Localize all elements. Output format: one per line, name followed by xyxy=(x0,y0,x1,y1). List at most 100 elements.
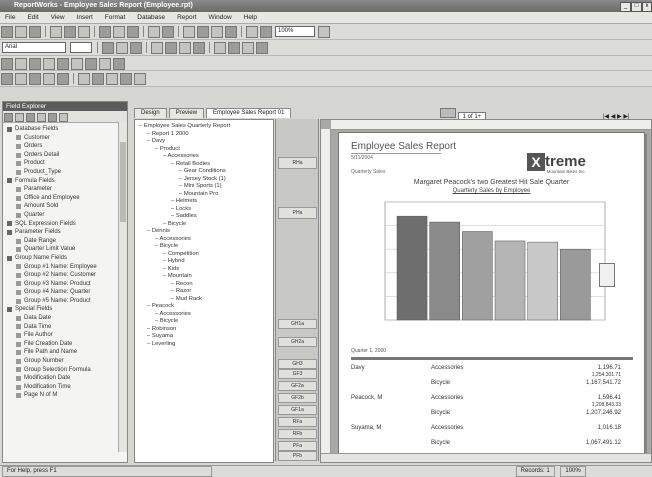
template-icon[interactable] xyxy=(85,58,97,70)
field-tree-item[interactable]: Special Fields xyxy=(3,305,127,314)
group-tree-item[interactable]: – Accessories xyxy=(139,236,273,244)
italic-icon[interactable] xyxy=(116,42,128,54)
subreport-icon[interactable] xyxy=(57,73,69,85)
group-tree-item[interactable]: – Accessories xyxy=(139,153,273,161)
field-tree-item[interactable]: Group #4 Name: Quarter xyxy=(3,288,127,297)
section-band[interactable]: GH2a xyxy=(278,337,317,347)
section-band[interactable]: RFb xyxy=(278,429,317,439)
font-color-icon[interactable] xyxy=(214,42,226,54)
group-tree-item[interactable]: – Kids xyxy=(139,266,273,274)
group-tree-item[interactable]: – Retail Bodies xyxy=(139,161,273,169)
arrow-icon[interactable] xyxy=(1,73,13,85)
section-band[interactable]: PHa xyxy=(278,207,317,219)
box-icon[interactable] xyxy=(92,73,104,85)
zoom-combo[interactable]: 100% xyxy=(275,26,315,37)
field-tree-item[interactable]: Data Date xyxy=(3,314,127,323)
group-tree-item[interactable]: – Mud Rack xyxy=(139,296,273,304)
export-icon[interactable] xyxy=(78,26,90,38)
field-tree-item[interactable]: Quarter xyxy=(3,211,127,220)
group-tree-item[interactable]: – Hybrid xyxy=(139,258,273,266)
group-tree-item[interactable]: – Saddles xyxy=(139,213,273,221)
field-tree-item[interactable]: Database Fields xyxy=(3,125,127,134)
field-tree-item[interactable]: Date Range xyxy=(3,237,127,246)
field-tree-item[interactable]: Group #5 Name: Product xyxy=(3,297,127,306)
highlighting-icon[interactable] xyxy=(71,58,83,70)
field-tree-item[interactable]: Orders Detail xyxy=(3,151,127,160)
align-center-icon[interactable] xyxy=(165,42,177,54)
copy-icon[interactable] xyxy=(113,26,125,38)
group-tree-item[interactable]: – Mini Sports (1) xyxy=(139,183,273,191)
group-tree-item[interactable]: – Jersey Stock (1) xyxy=(139,176,273,184)
align-right-icon[interactable] xyxy=(179,42,191,54)
group-tree-item[interactable]: – Accessories xyxy=(139,311,273,319)
edit-field-icon[interactable] xyxy=(37,113,46,122)
minimize-button[interactable]: _ xyxy=(620,2,631,12)
close-view-icon[interactable] xyxy=(440,108,456,118)
select-expert-icon[interactable] xyxy=(260,26,272,38)
map-icon[interactable] xyxy=(120,73,132,85)
formula-workshop-icon[interactable] xyxy=(57,58,69,70)
section-band[interactable]: GH1a xyxy=(278,319,317,329)
group-tree-item[interactable]: – Bicycle xyxy=(139,243,273,251)
cross-tab-icon[interactable] xyxy=(43,73,55,85)
group-tree-item[interactable]: – Razor xyxy=(139,288,273,296)
field-tree-item[interactable]: Group #3 Name: Product xyxy=(3,280,127,289)
field-tree-item[interactable]: Modification Time xyxy=(3,383,127,392)
save-icon[interactable] xyxy=(29,26,41,38)
group-tree-item[interactable]: – Employee Sales Quarterly Report xyxy=(139,123,273,131)
group-tree-item[interactable]: – Competition xyxy=(139,251,273,259)
field-tree-item[interactable]: Customer xyxy=(3,134,127,143)
tab-report-preview[interactable]: Employee Sales Report 01 xyxy=(206,108,292,118)
group-tree-item[interactable]: – Suyama xyxy=(139,333,273,341)
border-icon[interactable] xyxy=(228,42,240,54)
redo-icon[interactable] xyxy=(162,26,174,38)
close-button[interactable]: x xyxy=(642,2,652,12)
field-tree-item[interactable]: Group Name Fields xyxy=(3,254,127,263)
section-band[interactable]: RFa xyxy=(278,417,317,427)
section-band[interactable]: RHa xyxy=(278,157,317,169)
field-tree-item[interactable]: Product xyxy=(3,159,127,168)
repository-icon[interactable] xyxy=(99,58,111,70)
menu-view[interactable]: View xyxy=(46,12,70,23)
field-tree-item[interactable]: SQL Expression Fields xyxy=(3,220,127,229)
menu-database[interactable]: Database xyxy=(132,12,170,23)
section-band[interactable]: GH3 xyxy=(278,359,317,369)
section-band[interactable]: GF1a xyxy=(278,405,317,415)
menu-report[interactable]: Report xyxy=(172,12,202,23)
group-tree-item[interactable]: – Mountain Pro xyxy=(139,191,273,199)
field-tree-item[interactable]: Quarter Limit Value xyxy=(3,245,127,254)
preview-hscrollbar[interactable] xyxy=(321,453,651,462)
maximize-button[interactable]: □ xyxy=(631,2,642,12)
insert-picture-icon[interactable] xyxy=(225,26,237,38)
tab-preview[interactable]: Preview xyxy=(168,108,205,118)
group-tree-item[interactable]: – Mountain xyxy=(139,273,273,281)
field-tree-item[interactable]: Group #2 Name: Customer xyxy=(3,271,127,280)
group-tree-item[interactable]: – Dennis xyxy=(139,228,273,236)
field-tree-item[interactable]: Parameter Fields xyxy=(3,228,127,237)
menu-edit[interactable]: Edit xyxy=(22,12,43,23)
align-left-icon[interactable] xyxy=(151,42,163,54)
field-tree-item[interactable]: Group Selection Formula xyxy=(3,366,127,375)
group-tree-item[interactable]: – Bicycle xyxy=(139,221,273,229)
field-tree-item[interactable]: Orders xyxy=(3,142,127,151)
olap-icon[interactable] xyxy=(134,73,146,85)
menu-format[interactable]: Format xyxy=(100,12,131,23)
paste-icon[interactable] xyxy=(127,26,139,38)
help-icon[interactable] xyxy=(318,26,330,38)
justify-icon[interactable] xyxy=(193,42,205,54)
field-tree-item[interactable]: Formula Fields xyxy=(3,177,127,186)
menu-help[interactable]: Help xyxy=(239,12,262,23)
underline-icon[interactable] xyxy=(130,42,142,54)
new-field-icon[interactable] xyxy=(26,113,35,122)
cut-icon[interactable] xyxy=(99,26,111,38)
section-expert-icon[interactable] xyxy=(43,58,55,70)
undo-icon[interactable] xyxy=(148,26,160,38)
menu-insert[interactable]: Insert xyxy=(72,12,98,23)
field-tree-item[interactable]: File Author xyxy=(3,331,127,340)
print-icon[interactable] xyxy=(50,26,62,38)
new-icon[interactable] xyxy=(1,26,13,38)
record-sort-icon[interactable] xyxy=(29,58,41,70)
insert-group-icon[interactable] xyxy=(183,26,195,38)
field-tree-item[interactable]: Parameter xyxy=(3,185,127,194)
field-tree-item[interactable]: File Creation Date xyxy=(3,340,127,349)
